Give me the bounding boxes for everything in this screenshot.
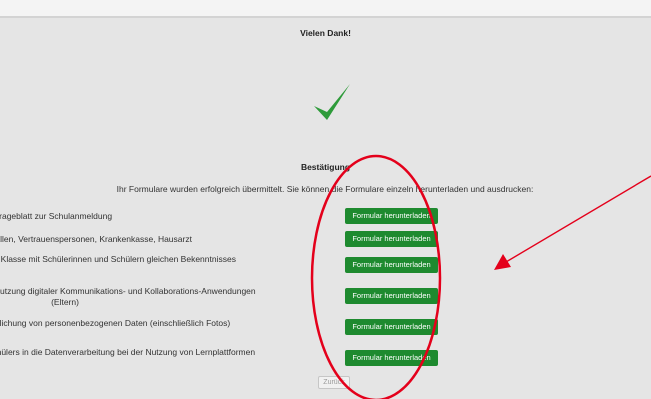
download-form-button[interactable]: Formular herunterladen [345,319,438,335]
form-label: Frageblatt zur Schulanmeldung [0,211,113,221]
form-label: Erklärung über den Besuch einer Klasse m… [0,254,236,264]
confirmation-heading: Bestätigung [300,162,351,172]
download-form-button[interactable]: Formular herunterladen [345,288,438,304]
form-label: Erreichbarkeit in Notfällen, Vertrauensp… [0,234,192,244]
form-label: Einwilligung Datenverarbeitung Nutzung d… [0,286,256,307]
download-form-button[interactable]: Formular herunterladen [345,350,438,366]
confirmation-panel: Vielen Dank! Bestätigung Ihr Formulare w… [0,18,651,399]
download-form-button[interactable]: Formular herunterladen [345,257,438,273]
form-label: Einwilligung der Schülerin/des Schülers … [0,347,256,357]
download-form-button[interactable]: Formular herunterladen [345,231,438,247]
back-button[interactable]: Zurück [318,376,350,389]
browser-top-bar [0,0,651,18]
download-form-button[interactable]: Formular herunterladen [345,208,438,224]
form-label: Einwilligung in die Veröffentlichung von… [0,318,231,328]
page-title: Vielen Dank! [300,28,351,38]
confirmation-message: Ihr Formulare wurden erfolgreich übermit… [116,184,534,194]
checkmark-icon [314,84,350,120]
